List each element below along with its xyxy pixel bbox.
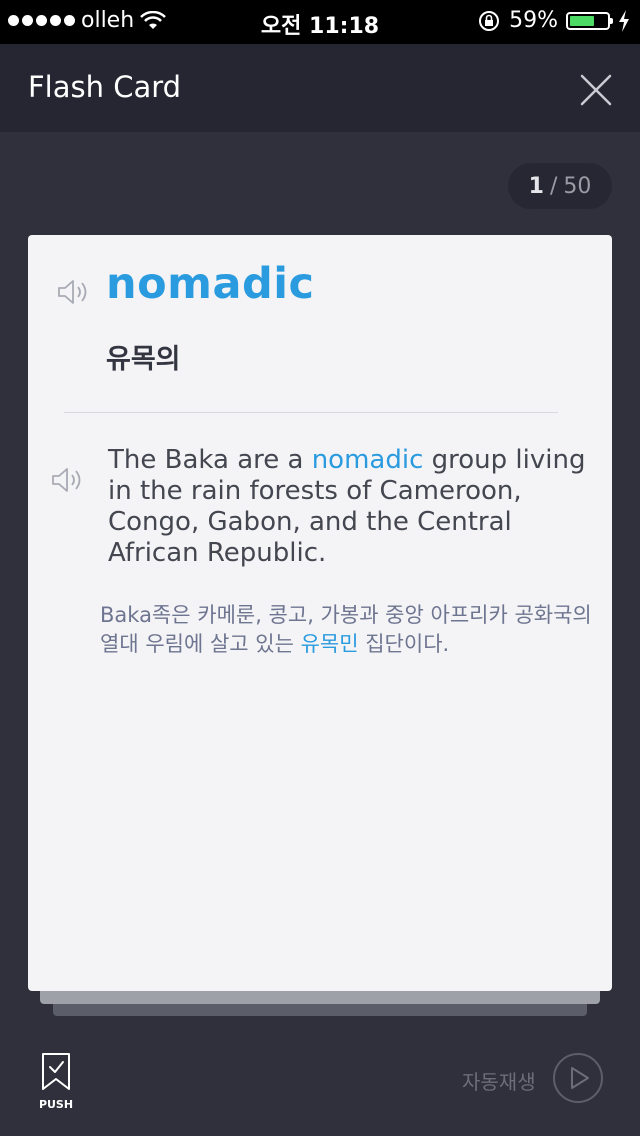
- push-button[interactable]: PUSH: [36, 1052, 76, 1116]
- push-label: PUSH: [38, 1098, 74, 1111]
- word-speaker-icon[interactable]: [56, 277, 92, 307]
- card-divider: [64, 412, 558, 413]
- rotation-lock-icon: [479, 10, 500, 31]
- total-card-number: 50: [563, 173, 592, 199]
- app-header: Flash Card: [0, 44, 640, 132]
- current-card-number: 1: [528, 173, 544, 199]
- play-icon[interactable]: [552, 1052, 604, 1104]
- card-counter: 1 / 50: [508, 163, 612, 209]
- battery-percent: 59%: [509, 8, 558, 33]
- charging-bolt-icon: [619, 9, 629, 32]
- status-bar: olleh 오전 11:18 59%: [0, 0, 640, 44]
- example-speaker-icon[interactable]: [50, 465, 86, 495]
- example-translation: Baka족은 카메룬, 콩고, 가봉과 중앙 아프리카 공화국의 열대 우림에 …: [100, 601, 600, 659]
- flash-card[interactable]: nomadic 유목의 The Baka are a nomadic group…: [28, 235, 612, 991]
- example-text-before: The Baka are a: [108, 445, 312, 475]
- example-highlight: nomadic: [311, 445, 424, 475]
- example-sentence: The Baka are a nomadic group living in t…: [108, 445, 608, 569]
- translation-highlight: 유목민: [300, 632, 359, 656]
- translation-text-after: 집단이다.: [358, 632, 450, 656]
- close-icon[interactable]: [576, 70, 616, 110]
- status-right: 59%: [477, 8, 630, 33]
- vocabulary-word: nomadic: [106, 259, 315, 309]
- counter-separator: /: [549, 173, 558, 199]
- bookmark-check-icon: [42, 1053, 70, 1090]
- page-title: Flash Card: [28, 70, 182, 104]
- autoplay-label[interactable]: 자동재생: [462, 1066, 536, 1095]
- battery-icon: [566, 11, 613, 30]
- word-meaning: 유목의: [106, 344, 181, 375]
